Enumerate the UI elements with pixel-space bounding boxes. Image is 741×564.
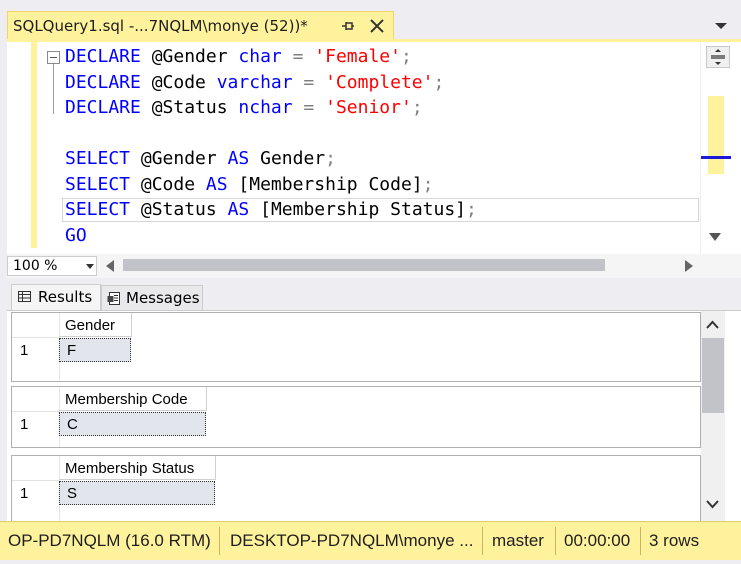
scroll-left-icon[interactable] [106, 260, 114, 272]
tab-title: SQLQuery1.sql -...7NQLM\monye (52))* [13, 17, 308, 35]
column-header[interactable]: Membership Status [59, 456, 216, 480]
chevron-up-icon[interactable] [706, 320, 719, 329]
code-line[interactable]: DECLARE @Code varchar = 'Complete'; [65, 70, 477, 96]
identifier-token: [Membership Code] [227, 173, 423, 195]
keyword-token: AS [227, 148, 250, 169]
status-divider [219, 527, 220, 555]
status-divider [555, 527, 556, 555]
operator-token: = [292, 97, 326, 118]
scrollbar-change-marker [708, 96, 724, 174]
operator-token: ; [433, 71, 445, 93]
code-line[interactable]: SELECT @Gender AS Gender; [65, 146, 477, 172]
row-number: 1 [20, 485, 29, 502]
result-cell[interactable]: C [59, 412, 206, 436]
zoom-value: 100 % [13, 258, 58, 274]
keyword-token: DECLARE [65, 46, 141, 67]
keyword-token: GO [65, 224, 87, 246]
horizontal-scroll-thumb[interactable] [123, 259, 605, 271]
status-database: master [492, 531, 544, 550]
code-line[interactable] [65, 121, 477, 147]
pin-icon[interactable] [340, 18, 356, 34]
string-token: 'Complete' [325, 71, 434, 93]
operator-token: ; [466, 199, 477, 220]
status-server: OP-PD7NQLM (16.0 RTM) [8, 531, 211, 550]
operator-token: ; [422, 173, 434, 195]
messages-icon [107, 292, 120, 305]
tab-results[interactable]: Results [11, 284, 101, 310]
identifier-token: @Code [140, 71, 217, 93]
code-line[interactable]: DECLARE @Status nchar = 'Senior'; [65, 95, 477, 121]
code-line[interactable]: SELECT @Code AS [Membership Code]; [65, 172, 477, 198]
status-user: DESKTOP-PD7NQLM\monye ... [230, 531, 474, 550]
result-grid-membership-status[interactable]: Membership Status 1 S [11, 455, 701, 521]
tab-messages[interactable]: Messages [101, 285, 203, 310]
scrollbar-caret-marker [701, 156, 731, 159]
column-header[interactable]: Gender [59, 313, 132, 337]
zoom-select[interactable]: 100 % [7, 256, 97, 276]
keyword-token: varchar [216, 71, 293, 93]
keyword-token: DECLARE [65, 97, 141, 118]
row-number: 1 [20, 342, 29, 359]
identifier-token: Gender [249, 148, 326, 169]
code-line[interactable]: GO [65, 223, 477, 249]
result-cell[interactable]: F [59, 338, 131, 362]
grid-icon [18, 291, 31, 302]
identifier-token: @Status [140, 97, 239, 118]
identifier-token: @Status [130, 199, 228, 220]
collapse-toggle[interactable] [47, 51, 60, 64]
keyword-token: SELECT [65, 173, 131, 195]
scroll-down-icon[interactable] [709, 233, 721, 241]
string-token: 'Senior' [325, 97, 412, 118]
keyword-token: SELECT [65, 148, 131, 169]
identifier-token: @Gender [140, 46, 239, 67]
scroll-right-icon[interactable] [685, 260, 693, 272]
row-separator [12, 337, 59, 338]
keyword-token: nchar [238, 97, 293, 118]
change-margin [31, 42, 37, 248]
tab-messages-label: Messages [126, 289, 200, 307]
status-rows: 3 rows [649, 531, 700, 550]
status-bar: OP-PD7NQLM (16.0 RTM) DESKTOP-PD7NQLM\mo… [0, 521, 741, 560]
string-token: 'Female' [314, 46, 401, 67]
result-cell[interactable]: S [59, 481, 215, 505]
split-button[interactable] [706, 46, 730, 68]
results-scroll-thumb[interactable] [702, 338, 724, 413]
operator-token: = [292, 71, 326, 93]
outline-line [53, 64, 54, 114]
identifier-token: [Membership Status] [249, 199, 467, 220]
window-bottom-edge [0, 560, 741, 564]
status-elapsed: 00:00:00 [564, 531, 631, 550]
keyword-token: char [238, 46, 282, 67]
keyword-token: AS [205, 173, 228, 195]
keyword-token: DECLARE [65, 71, 141, 93]
operator-token: = [281, 46, 315, 67]
status-divider [482, 527, 483, 555]
code-line[interactable]: DECLARE @Gender char = 'Female'; [65, 44, 477, 70]
row-separator [12, 480, 59, 481]
operator-token: ; [325, 148, 336, 169]
close-icon[interactable] [367, 16, 387, 36]
tab-results-label: Results [38, 288, 93, 306]
operator-token: ; [411, 97, 423, 118]
result-grid-membership-code[interactable]: Membership Code 1 C [11, 386, 701, 448]
operator-token: ; [400, 46, 412, 67]
result-grid-gender[interactable]: Gender 1 F [11, 312, 701, 382]
query-tab[interactable]: SQLQuery1.sql -...7NQLM\monye (52))* [7, 11, 394, 40]
split-icon [711, 49, 725, 65]
chevron-down-icon [86, 264, 94, 269]
dropdown-icon[interactable] [714, 20, 728, 32]
keyword-token: AS [227, 199, 250, 220]
row-separator [12, 411, 59, 412]
status-divider [640, 527, 641, 555]
code-text[interactable]: DECLARE @Gender char = 'Female'; DECLARE … [65, 44, 477, 248]
identifier-token: @Gender [130, 148, 228, 169]
column-header[interactable]: Membership Code [59, 387, 207, 411]
chevron-down-icon[interactable] [706, 500, 719, 509]
code-line[interactable]: SELECT @Status AS [Membership Status]; [65, 197, 477, 223]
identifier-token: @Code [130, 173, 206, 195]
row-number: 1 [20, 416, 29, 433]
keyword-token: SELECT [65, 199, 131, 220]
